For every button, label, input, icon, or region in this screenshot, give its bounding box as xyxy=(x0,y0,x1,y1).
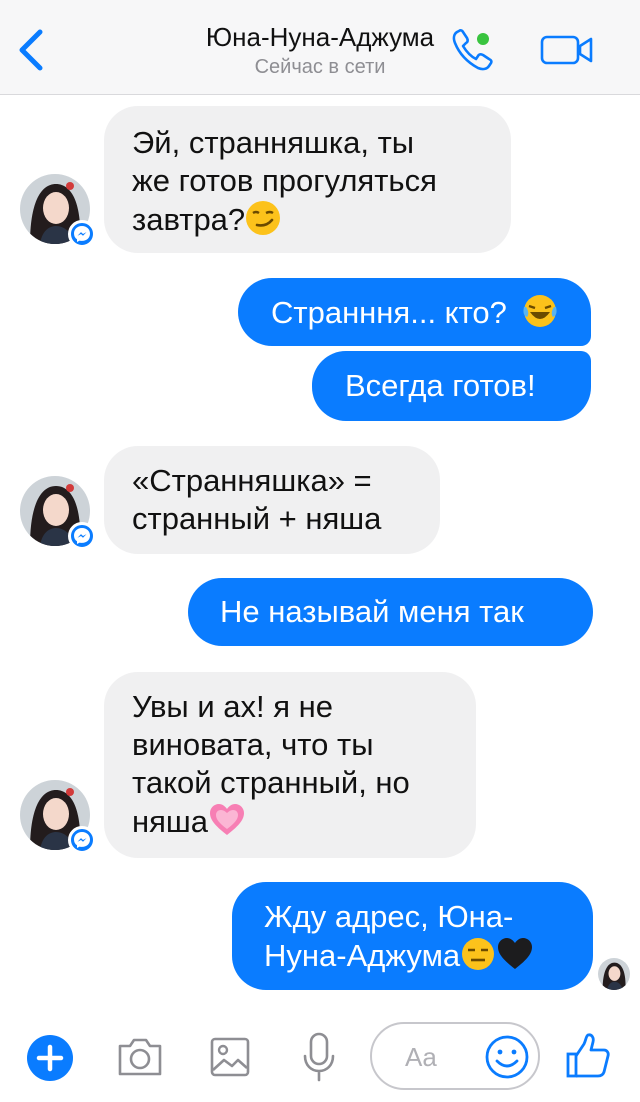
video-camera-icon xyxy=(540,35,593,65)
message-input-placeholder: Aa xyxy=(405,1042,437,1072)
expressionless-emoji-icon xyxy=(460,936,496,981)
like-button[interactable] xyxy=(564,1032,612,1085)
smirk-emoji-icon xyxy=(245,200,281,245)
message-line: Эй, странняшка, ты xyxy=(132,125,415,160)
message-line: «Странняшка» = xyxy=(132,463,372,498)
message-line: странный + няша xyxy=(132,501,382,536)
emoji-button[interactable] xyxy=(484,1034,530,1085)
message-line: виновата, что ты xyxy=(132,727,374,762)
pink-heart-emoji-icon xyxy=(208,802,246,847)
message-line: Странння... кто? xyxy=(271,295,507,330)
chat-header: Юна-Нуна-Аджума Сейчас в сети xyxy=(0,0,640,95)
message-outgoing[interactable]: Всегда готов! xyxy=(312,351,591,421)
image-icon xyxy=(210,1037,250,1077)
messenger-badge-icon xyxy=(68,220,96,248)
phone-icon xyxy=(452,29,493,71)
call-button[interactable] xyxy=(448,26,498,74)
black-heart-emoji-icon xyxy=(496,936,534,981)
laughing-tears-emoji-icon xyxy=(522,293,558,338)
message-line: Нуна-Аджума xyxy=(264,938,461,973)
camera-icon xyxy=(118,1038,162,1076)
message-line: Не называй меня так xyxy=(220,594,524,629)
camera-button[interactable] xyxy=(116,1036,164,1083)
message-line: такой странный, но xyxy=(132,765,410,800)
message-line: Увы и ах! я не xyxy=(132,689,333,724)
thumbs-up-icon xyxy=(566,1033,610,1078)
message-line: Жду адрес, Юна- xyxy=(264,899,514,934)
voice-message-button[interactable] xyxy=(302,1032,336,1087)
messenger-badge-icon xyxy=(68,522,96,550)
message-line: же готов прогуляться xyxy=(132,163,437,198)
message-incoming[interactable]: Эй, странняшка, ты же готов прогуляться … xyxy=(104,106,511,253)
gallery-button[interactable] xyxy=(210,1036,250,1083)
message-outgoing[interactable]: Жду адрес, Юна- Нуна-Аджума xyxy=(232,882,593,990)
message-outgoing[interactable]: Странння... кто? xyxy=(238,278,591,346)
message-line: завтра? xyxy=(132,202,246,237)
smiley-icon xyxy=(485,1035,529,1079)
messenger-badge-icon xyxy=(68,826,96,854)
message-incoming[interactable]: Увы и ах! я не виновата, что ты такой ст… xyxy=(104,672,476,858)
microphone-icon xyxy=(303,1032,335,1082)
message-line: Всегда готов! xyxy=(345,368,536,403)
message-outgoing[interactable]: Не называй меня так xyxy=(188,578,593,646)
message-incoming[interactable]: «Странняшка» = странный + няша xyxy=(104,446,440,554)
plus-icon xyxy=(27,1035,73,1081)
video-call-button[interactable] xyxy=(540,34,594,66)
message-line: няша xyxy=(132,804,209,839)
online-dot xyxy=(477,33,489,45)
add-button[interactable] xyxy=(26,1034,74,1087)
avatar-photo-icon xyxy=(598,958,630,990)
seen-avatar xyxy=(598,958,630,990)
